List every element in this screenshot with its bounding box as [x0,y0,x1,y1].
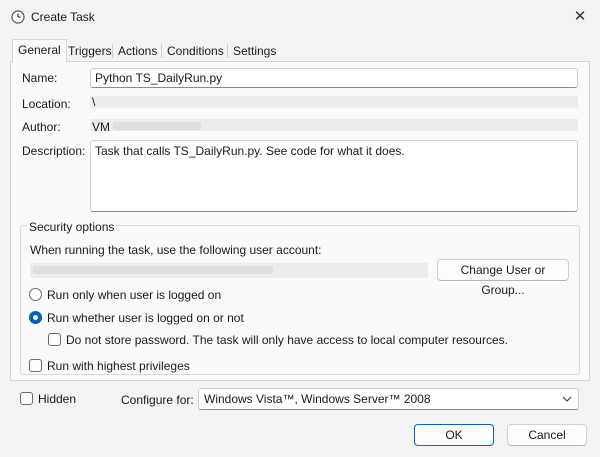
close-button[interactable]: ✕ [566,6,594,28]
run-whether-radio[interactable] [29,311,42,324]
window-title: Create Task [31,10,95,24]
redacted-author [113,122,201,130]
close-icon: ✕ [573,8,587,25]
no-store-password-checkbox[interactable] [48,333,61,346]
author-label: Author: [22,120,61,134]
tab-triggers[interactable]: Triggers [62,40,118,62]
hidden-checkbox[interactable] [20,392,33,405]
hidden-label: Hidden [38,392,77,406]
highest-privileges-label: Run with highest privileges [47,359,190,373]
redacted-user-account [33,266,273,274]
tab-actions[interactable]: Actions [112,40,163,62]
configure-for-value: Windows Vista™, Windows Server™ 2008 [204,392,431,406]
tab-conditions[interactable]: Conditions [161,40,230,62]
configure-for-select[interactable]: Windows Vista™, Windows Server™ 2008 [198,388,579,410]
no-store-password-label: Do not store password. The task will onl… [66,333,508,347]
run-logged-on-radio[interactable] [29,288,42,301]
location-value-box [90,96,578,108]
ok-button[interactable]: OK [414,424,494,446]
location-label: Location: [22,97,71,111]
tab-settings[interactable]: Settings [227,40,282,62]
security-options-title: Security options [27,220,117,234]
description-label: Description: [22,144,86,158]
name-field[interactable]: Python TS_DailyRun.py [90,68,578,88]
tab-general[interactable]: General [12,39,67,63]
cancel-button[interactable]: Cancel [507,424,587,446]
account-prompt: When running the task, use the following… [30,243,322,257]
clock-icon [11,10,25,24]
location-value: \ [92,95,96,109]
description-field[interactable]: Task that calls TS_DailyRun.py. See code… [90,140,578,212]
run-logged-on-label: Run only when user is logged on [47,288,222,302]
configure-for-label: Configure for: [121,393,194,407]
change-user-button[interactable]: Change User or Group... [437,259,569,297]
run-whether-label: Run whether user is logged on or not [47,311,244,325]
author-value: VM [92,120,110,134]
name-label: Name: [22,71,58,85]
highest-privileges-checkbox[interactable] [29,359,42,372]
chevron-down-icon [562,396,572,402]
